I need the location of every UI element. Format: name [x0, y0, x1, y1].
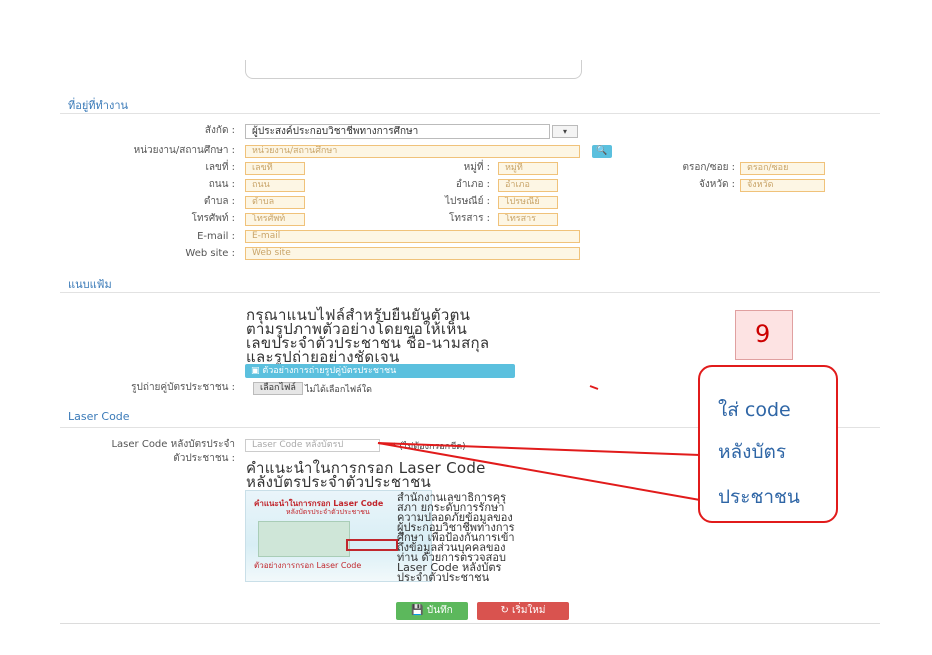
callout-line: ใส่ code [718, 399, 791, 421]
annotation-arrows [377, 385, 701, 501]
arrow-line [377, 442, 701, 501]
arrow-line [377, 442, 701, 456]
callout-line: หลังบัตร [718, 441, 787, 463]
save-button[interactable]: 💾 บันทึก [396, 602, 468, 620]
reset-button[interactable]: ↻ เริ่มใหม่ [477, 602, 569, 620]
arrow-tick [589, 385, 599, 390]
callout-line: ประชาชน [718, 486, 800, 508]
annotation-callout: ใส่ code หลังบัตร ประชาชน [698, 365, 838, 523]
